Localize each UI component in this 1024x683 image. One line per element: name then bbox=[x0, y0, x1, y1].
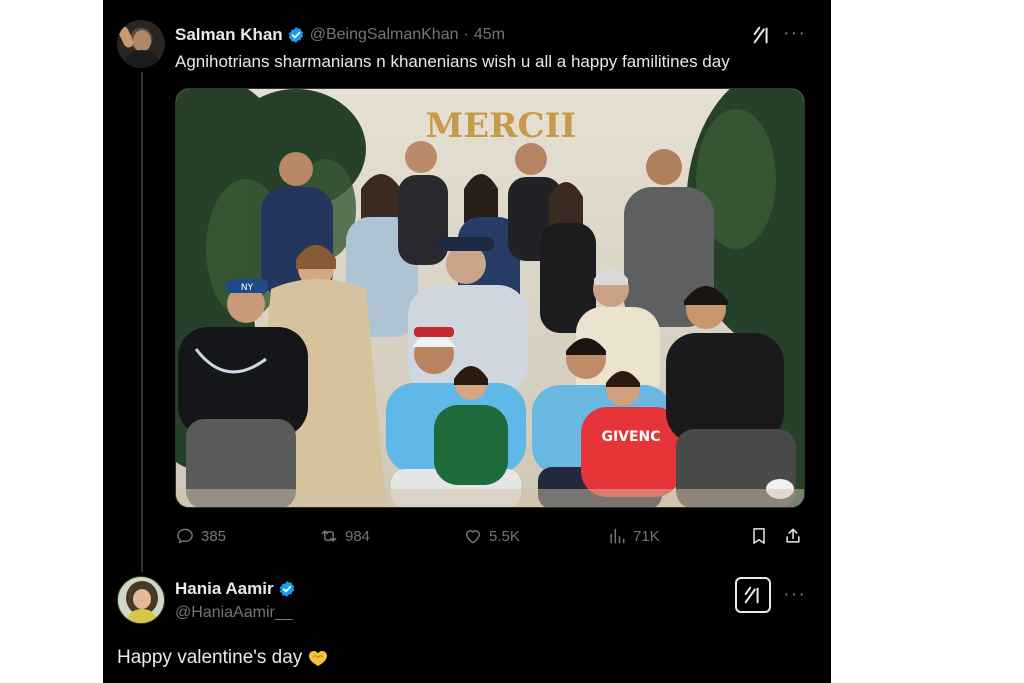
reply-text: Happy valentine's day bbox=[117, 647, 303, 668]
share-icon bbox=[786, 528, 800, 543]
photo-sign-text: MERCII bbox=[426, 106, 577, 146]
post-text: Agnihotrians sharmanians n khanenians wi… bbox=[175, 52, 730, 71]
shirt-print-text: GIVENC bbox=[601, 429, 660, 445]
author-handle[interactable]: @BeingSalmanKhan bbox=[310, 26, 459, 44]
reply-avatar[interactable] bbox=[117, 576, 165, 624]
reply-header: Hania Aamir bbox=[175, 578, 301, 600]
grok-icon[interactable] bbox=[751, 24, 773, 46]
repost-icon bbox=[321, 530, 337, 542]
like-icon bbox=[466, 530, 480, 544]
bookmark-button[interactable] bbox=[749, 524, 769, 548]
views-icon bbox=[610, 528, 625, 544]
family-photo-illustration: MERCII NY GIVENC bbox=[176, 89, 804, 507]
author-name[interactable]: Salman Khan bbox=[175, 25, 283, 45]
reply-text-row: Happy valentine's day bbox=[117, 647, 330, 669]
verified-badge-icon bbox=[279, 581, 294, 597]
grok-button[interactable] bbox=[735, 577, 771, 613]
timeline-panel: Salman Khan @BeingSalmanKhan · 45m ··· A… bbox=[103, 0, 831, 683]
post-actions: 385 984 5.5K 71K bbox=[175, 524, 805, 548]
separator-dot: · bbox=[463, 26, 469, 43]
repost-button[interactable]: 984 bbox=[319, 524, 370, 548]
heart-hands-icon bbox=[309, 651, 328, 666]
like-button[interactable]: 5.5K bbox=[463, 524, 520, 548]
more-icon[interactable]: ··· bbox=[783, 583, 806, 605]
post-time[interactable]: 45m bbox=[474, 26, 505, 44]
avatar[interactable] bbox=[117, 20, 165, 68]
post-photo[interactable]: MERCII NY GIVENC bbox=[175, 88, 805, 508]
reply-button[interactable]: 385 bbox=[175, 524, 226, 548]
reply-author-name[interactable]: Hania Aamir bbox=[175, 579, 274, 599]
bookmark-icon bbox=[753, 528, 765, 544]
reply-icon bbox=[177, 528, 193, 544]
reply-count: 385 bbox=[201, 527, 227, 545]
repost-count: 984 bbox=[345, 527, 371, 545]
cap-logo-text: NY bbox=[241, 283, 254, 293]
grok-icon bbox=[744, 586, 759, 604]
like-count: 5.5K bbox=[489, 527, 520, 545]
thread-connector-line bbox=[141, 72, 143, 572]
verified-badge-icon bbox=[288, 27, 303, 43]
more-icon[interactable]: ··· bbox=[783, 22, 806, 44]
post-header: Salman Khan @BeingSalmanKhan · 45m bbox=[175, 24, 505, 46]
views-count: 71K bbox=[633, 527, 660, 545]
share-button[interactable] bbox=[783, 524, 803, 548]
reply-author-handle[interactable]: @HaniaAamir__ bbox=[175, 604, 293, 622]
views-button[interactable]: 71K bbox=[607, 524, 660, 548]
